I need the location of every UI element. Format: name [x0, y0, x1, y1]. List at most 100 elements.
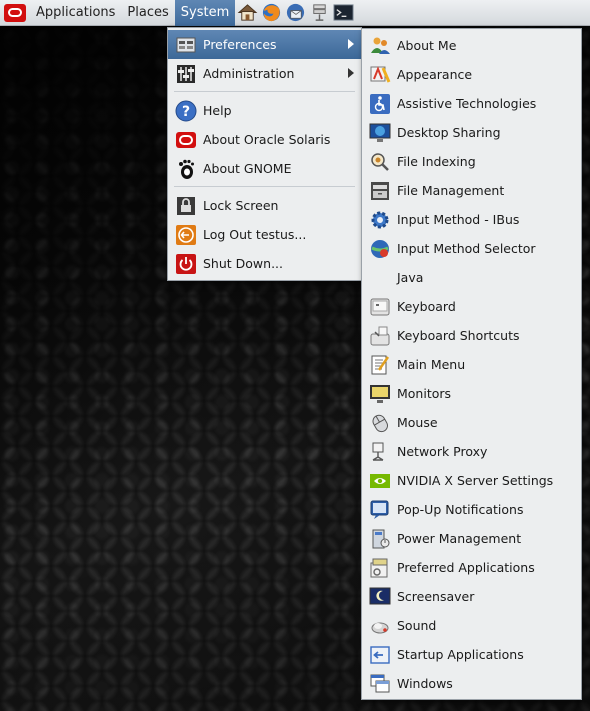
menu-item-desktop-sharing[interactable]: Desktop Sharing [362, 118, 581, 147]
submenu-arrow-icon [348, 39, 354, 49]
network-proxy-icon [368, 440, 392, 464]
accessibility-icon [368, 92, 392, 116]
thunderbird-icon[interactable] [283, 0, 307, 26]
menu-item-label: Sound [397, 618, 437, 633]
menu-item-label: File Management [397, 183, 505, 198]
oracle-logo-icon[interactable] [0, 0, 30, 26]
menu-item-pop-up-notifications[interactable]: Pop-Up Notifications [362, 495, 581, 524]
system-menu[interactable]: System [174, 0, 236, 26]
menu-item-about-gnome[interactable]: About GNOME [168, 154, 361, 183]
places-menu[interactable]: Places [121, 0, 174, 26]
svg-text:?: ? [182, 104, 190, 120]
submenu-arrow-icon [348, 68, 354, 78]
notifications-icon [368, 498, 392, 522]
menu-item-label: Lock Screen [203, 198, 279, 213]
menu-item-label: Shut Down... [203, 256, 283, 271]
network-monitor-icon[interactable] [307, 0, 331, 26]
menu-item-administration[interactable]: Administration [168, 59, 361, 88]
menu-item-label: About Oracle Solaris [203, 132, 331, 147]
menu-item-label: File Indexing [397, 154, 476, 169]
menu-item-label: Input Method - IBus [397, 212, 520, 227]
mouse-icon [368, 411, 392, 435]
menu-item-label: Administration [203, 66, 295, 81]
power-icon [174, 252, 198, 276]
preferences-icon [174, 33, 198, 57]
menu-item-label: Pop-Up Notifications [397, 502, 524, 517]
power-management-icon [368, 527, 392, 551]
menu-item-main-menu[interactable]: Main Menu [362, 350, 581, 379]
menu-item-java[interactable]: Java [362, 263, 581, 292]
menu-item-network-proxy[interactable]: Network Proxy [362, 437, 581, 466]
menu-item-about-oracle-solaris[interactable]: About Oracle Solaris [168, 125, 361, 154]
file-management-icon [368, 179, 392, 203]
about-me-icon [368, 34, 392, 58]
menu-item-label: Windows [397, 676, 453, 691]
menu-item-label: Java [397, 270, 424, 285]
menu-item-keyboard[interactable]: Keyboard [362, 292, 581, 321]
firefox-icon[interactable] [259, 0, 283, 26]
menu-item-label: Input Method Selector [397, 241, 536, 256]
menu-item-startup-applications[interactable]: Startup Applications [362, 640, 581, 669]
windows-icon [368, 672, 392, 696]
menu-item-label: Desktop Sharing [397, 125, 501, 140]
menu-item-label: Appearance [397, 67, 473, 82]
nvidia-icon [368, 469, 392, 493]
top-panel: Applications Places System [0, 0, 590, 26]
gnome-foot-icon [174, 157, 198, 181]
oracle-solaris-icon [174, 128, 198, 152]
menu-item-input-method-ibus[interactable]: Input Method - IBus [362, 205, 581, 234]
menu-item-label: Startup Applications [397, 647, 524, 662]
appearance-icon [368, 63, 392, 87]
menu-item-label: Assistive Technologies [397, 96, 537, 111]
home-folder-icon[interactable] [235, 0, 259, 26]
menu-item-mouse[interactable]: Mouse [362, 408, 581, 437]
menu-item-keyboard-shortcuts[interactable]: Keyboard Shortcuts [362, 321, 581, 350]
ibus-gear-icon [368, 208, 392, 232]
startup-applications-icon [368, 643, 392, 667]
main-menu-icon [368, 353, 392, 377]
menu-item-nvidia-x-server-settings[interactable]: NVIDIA X Server Settings [362, 466, 581, 495]
menu-item-assistive-technologies[interactable]: Assistive Technologies [362, 89, 581, 118]
preferred-applications-icon [368, 556, 392, 580]
menu-item-appearance[interactable]: Appearance [362, 60, 581, 89]
applications-menu[interactable]: Applications [30, 0, 121, 26]
terminal-icon[interactable] [331, 0, 355, 26]
menu-item-label: Screensaver [397, 589, 475, 604]
menu-item-power-management[interactable]: Power Management [362, 524, 581, 553]
screensaver-icon [368, 585, 392, 609]
menu-item-label: Keyboard [397, 299, 456, 314]
menu-item-screensaver[interactable]: Screensaver [362, 582, 581, 611]
menu-item-label: About Me [397, 38, 457, 53]
lock-icon [174, 194, 198, 218]
keyboard-shortcuts-icon [368, 324, 392, 348]
menu-item-preferences[interactable]: Preferences [168, 30, 361, 59]
menu-item-log-out[interactable]: Log Out testus... [168, 220, 361, 249]
menu-item-label: About GNOME [203, 161, 292, 176]
menu-item-label: Preferred Applications [397, 560, 535, 575]
menu-item-sound[interactable]: Sound [362, 611, 581, 640]
menu-item-label: Power Management [397, 531, 522, 546]
menu-item-label: Network Proxy [397, 444, 488, 459]
menu-item-preferred-applications[interactable]: Preferred Applications [362, 553, 581, 582]
menu-item-file-management[interactable]: File Management [362, 176, 581, 205]
menu-item-input-method-selector[interactable]: Input Method Selector [362, 234, 581, 263]
menu-item-label: Main Menu [397, 357, 466, 372]
menu-item-file-indexing[interactable]: File Indexing [362, 147, 581, 176]
menu-separator [174, 91, 355, 92]
menu-separator [174, 186, 355, 187]
menu-item-label: Preferences [203, 37, 277, 52]
help-icon: ? [174, 99, 198, 123]
menu-item-shut-down[interactable]: Shut Down... [168, 249, 361, 278]
preferences-submenu: About Me Appearance Assistive Technologi… [361, 28, 582, 700]
menu-item-help[interactable]: ? Help [168, 96, 361, 125]
menu-item-windows[interactable]: Windows [362, 669, 581, 698]
keyboard-icon [368, 295, 392, 319]
menu-item-label: Mouse [397, 415, 438, 430]
file-indexing-icon [368, 150, 392, 174]
menu-item-label: Help [203, 103, 232, 118]
menu-item-lock-screen[interactable]: Lock Screen [168, 191, 361, 220]
logout-icon [174, 223, 198, 247]
desktop-sharing-icon [368, 121, 392, 145]
menu-item-about-me[interactable]: About Me [362, 31, 581, 60]
menu-item-monitors[interactable]: Monitors [362, 379, 581, 408]
